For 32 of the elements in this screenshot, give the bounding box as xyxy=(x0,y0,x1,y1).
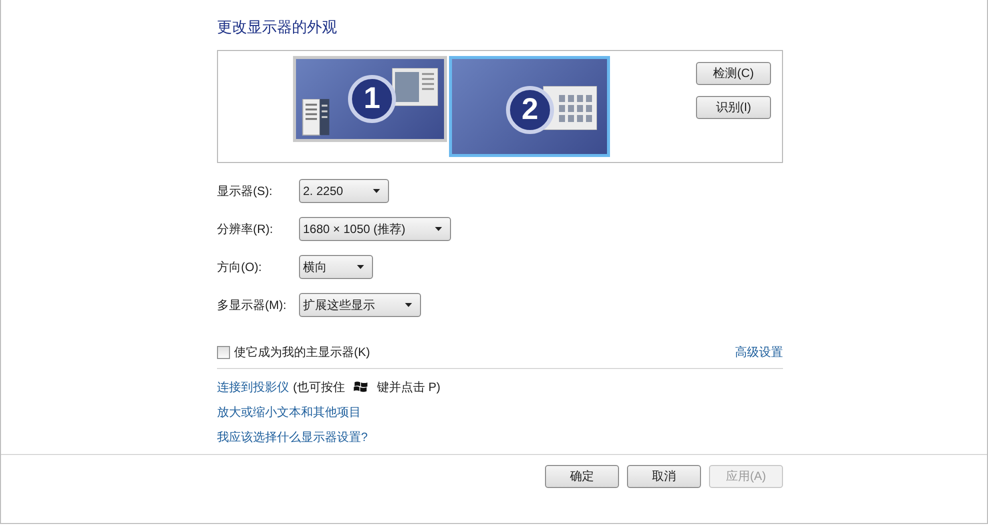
dropdown[interactable]: 2. 2250 xyxy=(299,179,390,203)
advanced-settings-link[interactable]: 高级设置 xyxy=(735,344,783,360)
start-menu-icon xyxy=(302,99,330,137)
page-title: 更改显示器的外观 xyxy=(217,18,338,38)
hint-text: (也可按住 xyxy=(293,378,345,396)
dropdown[interactable]: 横向 xyxy=(299,255,373,279)
dialog-button[interactable]: 取消 xyxy=(627,465,701,488)
caret-icon xyxy=(435,227,442,231)
link[interactable]: 放大或缩小文本和其他项目 xyxy=(217,404,361,420)
panel-button[interactable]: 识别(I) xyxy=(696,96,771,119)
monitor-number: 1 xyxy=(348,75,396,123)
checkbox[interactable] xyxy=(217,346,230,358)
caret-icon xyxy=(373,189,380,193)
dropdown[interactable]: 1680 × 1050 (推荐) xyxy=(299,217,452,241)
checkbox-label: 使它成为我的主显示器(K) xyxy=(234,344,370,360)
field-label: 分辨率(R): xyxy=(217,220,274,238)
link[interactable]: 连接到投影仪 xyxy=(217,378,289,396)
caret-icon xyxy=(357,265,364,269)
monitor-number: 2 xyxy=(506,86,554,134)
hint-text: 键并点击 P) xyxy=(377,378,440,396)
panel-button[interactable]: 检测(C) xyxy=(696,62,771,85)
window-icon xyxy=(392,68,438,106)
field-label: 方向(O): xyxy=(217,258,263,276)
caret-icon xyxy=(405,303,412,307)
dropdown[interactable]: 扩展这些显示 xyxy=(299,293,421,317)
monitor-tile[interactable]: 2 xyxy=(449,56,610,157)
field-label: 显示器(S): xyxy=(217,182,274,200)
monitor-tile[interactable]: 1 xyxy=(293,56,447,142)
field-label: 多显示器(M): xyxy=(217,296,288,314)
dialog-button[interactable]: 确定 xyxy=(545,465,619,488)
link[interactable]: 我应该选择什么显示器设置? xyxy=(217,428,368,446)
windows-logo-icon xyxy=(353,380,369,394)
